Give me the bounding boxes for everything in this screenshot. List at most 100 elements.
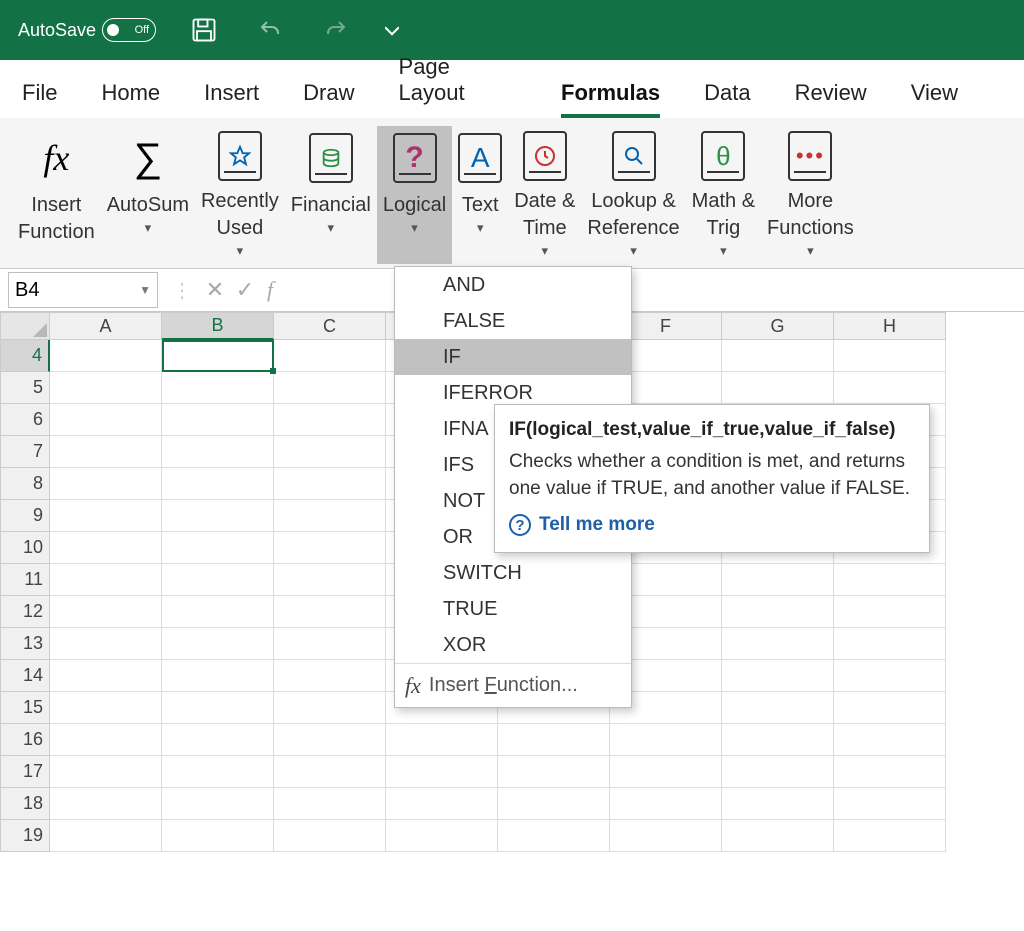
cell-A16[interactable]: [50, 724, 162, 756]
cell-B12[interactable]: [162, 596, 274, 628]
cell-G13[interactable]: [722, 628, 834, 660]
cell-B10[interactable]: [162, 532, 274, 564]
tab-insert[interactable]: Insert: [204, 80, 259, 118]
cell-D18[interactable]: [386, 788, 498, 820]
cell-B5[interactable]: [162, 372, 274, 404]
dropdown-item-switch[interactable]: SWITCH: [395, 555, 631, 591]
cell-A9[interactable]: [50, 500, 162, 532]
cell-B17[interactable]: [162, 756, 274, 788]
cell-B19[interactable]: [162, 820, 274, 852]
row-header-15[interactable]: 15: [0, 692, 50, 724]
tab-data[interactable]: Data: [704, 80, 750, 118]
cell-B18[interactable]: [162, 788, 274, 820]
cell-G15[interactable]: [722, 692, 834, 724]
tab-page-layout[interactable]: Page Layout: [399, 54, 518, 118]
tab-review[interactable]: Review: [795, 80, 867, 118]
cell-C12[interactable]: [274, 596, 386, 628]
cell-A19[interactable]: [50, 820, 162, 852]
cell-A10[interactable]: [50, 532, 162, 564]
ribbon-date-time-button[interactable]: Date & Time ▾: [508, 126, 581, 264]
row-header-4[interactable]: 4: [0, 340, 50, 372]
cell-A7[interactable]: [50, 436, 162, 468]
cell-H14[interactable]: [834, 660, 946, 692]
cell-G11[interactable]: [722, 564, 834, 596]
column-header-B[interactable]: B: [162, 312, 274, 340]
cell-D19[interactable]: [386, 820, 498, 852]
row-header-19[interactable]: 19: [0, 820, 50, 852]
cell-C5[interactable]: [274, 372, 386, 404]
cell-B7[interactable]: [162, 436, 274, 468]
cell-C8[interactable]: [274, 468, 386, 500]
cell-A14[interactable]: [50, 660, 162, 692]
column-header-A[interactable]: A: [50, 312, 162, 340]
dropdown-item-true[interactable]: TRUE: [395, 591, 631, 627]
dropdown-insert-function[interactable]: fxInsert Function...: [395, 663, 631, 707]
cell-D17[interactable]: [386, 756, 498, 788]
cell-A6[interactable]: [50, 404, 162, 436]
cell-A11[interactable]: [50, 564, 162, 596]
cell-A8[interactable]: [50, 468, 162, 500]
cell-B8[interactable]: [162, 468, 274, 500]
cell-C18[interactable]: [274, 788, 386, 820]
chevron-down-icon[interactable]: ▼: [139, 283, 151, 297]
cell-G17[interactable]: [722, 756, 834, 788]
cell-H5[interactable]: [834, 372, 946, 404]
cell-C11[interactable]: [274, 564, 386, 596]
cancel-formula-icon[interactable]: ✕: [200, 277, 230, 303]
redo-icon[interactable]: [318, 12, 354, 48]
cell-H11[interactable]: [834, 564, 946, 596]
row-header-5[interactable]: 5: [0, 372, 50, 404]
cell-C9[interactable]: [274, 500, 386, 532]
cell-G4[interactable]: [722, 340, 834, 372]
customize-qat-icon[interactable]: [374, 12, 410, 48]
cell-C19[interactable]: [274, 820, 386, 852]
cell-C4[interactable]: [274, 340, 386, 372]
tell-me-more-link[interactable]: ? Tell me more: [509, 514, 915, 536]
cell-A15[interactable]: [50, 692, 162, 724]
cell-G16[interactable]: [722, 724, 834, 756]
cell-H16[interactable]: [834, 724, 946, 756]
ribbon-math-trig-button[interactable]: θMath & Trig ▾: [686, 126, 761, 264]
cell-F16[interactable]: [610, 724, 722, 756]
cell-B15[interactable]: [162, 692, 274, 724]
tab-home[interactable]: Home: [101, 80, 160, 118]
autosave-toggle[interactable]: Off: [102, 18, 156, 42]
ribbon-lookup-reference-button[interactable]: Lookup & Reference ▾: [581, 126, 685, 264]
row-header-7[interactable]: 7: [0, 436, 50, 468]
cell-B16[interactable]: [162, 724, 274, 756]
save-icon[interactable]: [186, 12, 222, 48]
row-header-9[interactable]: 9: [0, 500, 50, 532]
ribbon-text-button[interactable]: AText ▾: [452, 126, 508, 264]
cell-H17[interactable]: [834, 756, 946, 788]
cell-A5[interactable]: [50, 372, 162, 404]
ribbon-more-functions-button[interactable]: •••More Functions ▾: [761, 126, 860, 264]
row-header-13[interactable]: 13: [0, 628, 50, 660]
cell-H13[interactable]: [834, 628, 946, 660]
cell-E16[interactable]: [498, 724, 610, 756]
cell-H15[interactable]: [834, 692, 946, 724]
dropdown-item-xor[interactable]: XOR: [395, 627, 631, 663]
row-header-10[interactable]: 10: [0, 532, 50, 564]
cell-C15[interactable]: [274, 692, 386, 724]
select-all-corner[interactable]: [0, 312, 50, 340]
cell-C6[interactable]: [274, 404, 386, 436]
dropdown-item-false[interactable]: FALSE: [395, 303, 631, 339]
row-header-12[interactable]: 12: [0, 596, 50, 628]
cell-C14[interactable]: [274, 660, 386, 692]
tab-draw[interactable]: Draw: [303, 80, 354, 118]
accept-formula-icon[interactable]: ✓: [230, 277, 260, 303]
cell-A4[interactable]: [50, 340, 162, 372]
cell-H4[interactable]: [834, 340, 946, 372]
cell-C10[interactable]: [274, 532, 386, 564]
tab-view[interactable]: View: [911, 80, 958, 118]
undo-icon[interactable]: [252, 12, 288, 48]
dropdown-item-if[interactable]: IF: [395, 339, 631, 375]
fx-icon[interactable]: f: [260, 277, 280, 303]
row-header-14[interactable]: 14: [0, 660, 50, 692]
cell-G5[interactable]: [722, 372, 834, 404]
cell-D16[interactable]: [386, 724, 498, 756]
column-header-H[interactable]: H: [834, 312, 946, 340]
cell-G12[interactable]: [722, 596, 834, 628]
row-header-18[interactable]: 18: [0, 788, 50, 820]
cell-E19[interactable]: [498, 820, 610, 852]
